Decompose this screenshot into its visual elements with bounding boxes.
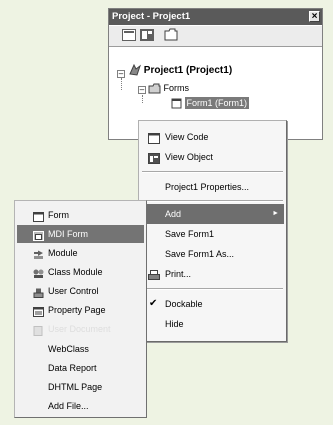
printer-icon: [148, 268, 160, 280]
module-label: Module: [48, 248, 78, 258]
user-control-icon: [33, 286, 44, 298]
user-document-icon: [33, 324, 44, 336]
user-document-label: User Document: [48, 324, 111, 334]
tree-item-form1[interactable]: Form1 (Form1): [171, 97, 250, 110]
form1-label: Form1 (Form1): [184, 97, 250, 109]
menu-item-hide[interactable]: Hide: [141, 314, 284, 334]
submenu-item-webclass[interactable]: WebClass: [17, 340, 144, 358]
form-icon: [171, 98, 182, 109]
project-label: Project1 (Project1): [143, 65, 233, 76]
submenu-item-mdi-form[interactable]: MDI Form: [17, 225, 144, 243]
project-expander[interactable]: –: [117, 70, 125, 78]
form-label: Form: [48, 210, 69, 220]
menu-separator: [142, 171, 283, 173]
forms-label: Forms: [163, 83, 190, 93]
context-menu: View Code View Object Project1 Propertie…: [138, 120, 287, 342]
mdi-form-icon: [33, 229, 44, 241]
submenu-arrow-icon: ►: [272, 210, 279, 217]
class-module-label: Class Module: [48, 267, 103, 277]
window-title-bar[interactable]: Project - Project1 ×: [109, 9, 322, 25]
user-control-label: User Control: [48, 286, 99, 296]
property-page-icon: [33, 305, 44, 317]
add-file-label: Add File...: [48, 401, 89, 411]
form-icon: [33, 210, 44, 222]
data-report-label: Data Report: [48, 363, 97, 373]
menu-item-view-object[interactable]: View Object: [141, 147, 284, 167]
hide-label: Hide: [165, 319, 184, 329]
project-toolbar: [109, 26, 322, 47]
project-properties-label: Project1 Properties...: [165, 182, 250, 192]
submenu-item-add-file[interactable]: Add File...: [17, 397, 144, 415]
view-code-button[interactable]: [122, 29, 136, 41]
mdi-form-label: MDI Form: [48, 229, 88, 239]
property-page-label: Property Page: [48, 305, 106, 315]
submenu-item-data-report[interactable]: Data Report: [17, 359, 144, 377]
tree-item-forms[interactable]: Forms: [148, 82, 189, 95]
menu-item-save-form[interactable]: Save Form1: [141, 224, 284, 244]
view-object-button[interactable]: [140, 29, 154, 41]
menu-item-view-code[interactable]: View Code: [141, 127, 284, 147]
submenu-item-class-module[interactable]: Class Module: [17, 263, 144, 281]
menu-item-dockable[interactable]: ✔ Dockable: [141, 294, 284, 314]
dhtml-page-label: DHTML Page: [48, 382, 103, 392]
menu-item-add[interactable]: Add ►: [141, 204, 284, 224]
submenu-item-property-page[interactable]: Property Page: [17, 301, 144, 319]
submenu-item-form[interactable]: Form: [17, 206, 144, 224]
submenu-item-user-document[interactable]: User Document: [17, 320, 144, 338]
submenu-item-module[interactable]: Module: [17, 244, 144, 262]
view-object-icon: [148, 151, 160, 164]
save-form-label: Save Form1: [165, 229, 215, 239]
dockable-label: Dockable: [165, 299, 203, 309]
print-label: Print...: [165, 269, 192, 279]
menu-item-project-properties[interactable]: Project1 Properties...: [141, 177, 284, 197]
menu-item-save-form-as[interactable]: Save Form1 As...: [141, 244, 284, 264]
view-code-icon: [148, 131, 160, 144]
add-label: Add: [165, 209, 182, 219]
folder-icon: [148, 83, 161, 94]
forms-expander[interactable]: –: [138, 86, 146, 94]
menu-separator: [142, 200, 283, 202]
menu-item-print[interactable]: Print...: [141, 264, 284, 284]
submenu-item-user-control[interactable]: User Control: [17, 282, 144, 300]
view-code-label: View Code: [165, 132, 209, 142]
project-icon: [128, 64, 141, 76]
checkmark-icon: ✔: [149, 298, 158, 309]
webclass-label: WebClass: [48, 344, 89, 354]
submenu-item-dhtml-page[interactable]: DHTML Page: [17, 378, 144, 396]
close-button[interactable]: ×: [309, 11, 320, 22]
add-submenu: Form MDI Form Module Class Module User C…: [14, 200, 147, 418]
view-object-label: View Object: [165, 152, 213, 162]
module-icon: [33, 248, 44, 259]
class-module-icon: [33, 267, 44, 278]
tree-item-project[interactable]: Project1 (Project1): [128, 64, 232, 77]
save-form-as-label: Save Form1 As...: [165, 249, 235, 259]
close-icon: ×: [311, 11, 318, 22]
window-title: Project - Project1: [112, 11, 191, 22]
toggle-folders-button[interactable]: [164, 28, 178, 41]
menu-separator: [142, 288, 283, 290]
